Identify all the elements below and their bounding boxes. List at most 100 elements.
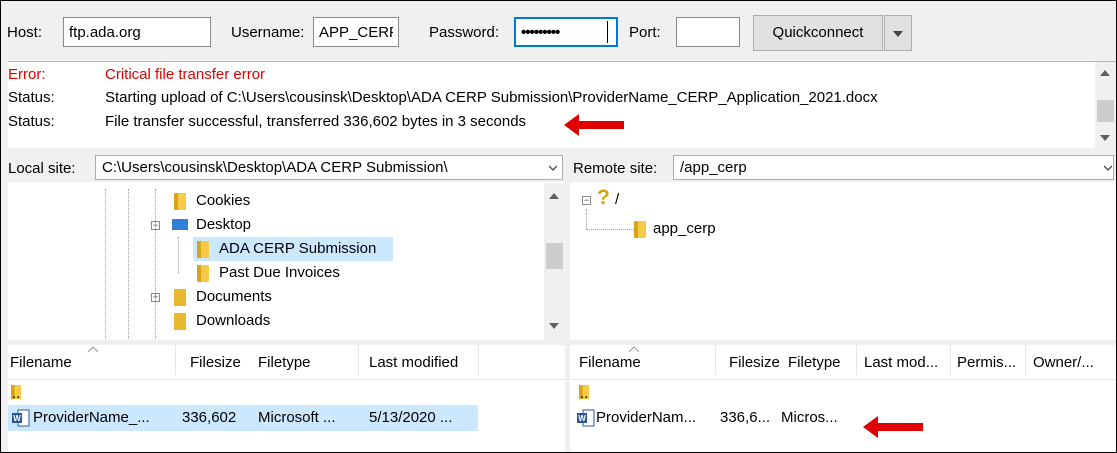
annotation-arrow-icon <box>863 416 923 438</box>
column-permissions[interactable]: Permis... <box>957 354 1016 371</box>
log-entry-kind: Status: <box>8 113 55 130</box>
file-modified: 5/13/2020 ... <box>369 409 453 426</box>
tree-item[interactable]: − ? / <box>570 186 1070 212</box>
scroll-up-icon[interactable] <box>1095 70 1116 86</box>
tree-item[interactable]: Downloads <box>8 309 541 331</box>
remote-site-bar: Remote site: /app_cerp <box>570 153 1116 182</box>
collapse-icon[interactable]: − <box>582 196 591 205</box>
word-document-icon: W <box>12 409 30 427</box>
folder-icon <box>197 265 209 282</box>
tree-guide-line <box>178 237 179 273</box>
host-label: Host: <box>7 24 43 41</box>
chevron-down-icon[interactable] <box>1104 164 1112 172</box>
log-entry-kind: Error: <box>8 66 46 83</box>
tree-guide-line <box>105 189 106 339</box>
folder-icon <box>197 241 209 258</box>
column-last-modified[interactable]: Last mod... <box>864 354 938 371</box>
port-label: Port: <box>629 24 661 41</box>
column-separator[interactable] <box>1025 345 1026 375</box>
file-name: ProviderName_... <box>33 409 150 426</box>
column-separator[interactable] <box>478 345 479 375</box>
parent-directory-row[interactable]: .. <box>8 379 478 405</box>
column-filename[interactable]: Filename <box>579 354 641 371</box>
tree-item-label: / <box>615 191 620 208</box>
column-filesize[interactable]: Filesize <box>190 354 241 371</box>
column-filename[interactable]: Filename <box>10 354 72 371</box>
quickconnect-dropdown-button[interactable] <box>884 15 912 51</box>
column-separator[interactable] <box>358 345 359 375</box>
tree-item-label: Past Due Invoices <box>219 264 340 281</box>
scroll-up-icon[interactable] <box>544 193 565 209</box>
local-site-bar: Local site: C:\Users\cousinsk\Desktop\AD… <box>8 153 565 182</box>
log-entry-text: Critical file transfer error <box>105 66 266 83</box>
file-name: ProviderNam... <box>596 409 697 426</box>
log-scrollbar[interactable] <box>1095 62 1116 149</box>
file-size: 336,6... <box>720 409 771 426</box>
local-list-header: Filename Filesize Filetype Last modified <box>8 345 565 380</box>
tree-item-label: ADA CERP Submission <box>219 240 377 257</box>
log-entry-kind: Status: <box>8 89 55 106</box>
password-label: Password: <box>429 24 500 41</box>
sort-ascending-icon <box>88 346 98 352</box>
column-owner[interactable]: Owner/... <box>1033 354 1094 371</box>
local-file-list: Filename Filesize Filetype Last modified… <box>8 345 565 452</box>
scroll-thumb[interactable] <box>1097 100 1114 122</box>
tree-item[interactable]: Past Due Invoices <box>8 261 541 285</box>
log-entry-text: Starting upload of C:\Users\cousinsk\Des… <box>105 89 878 106</box>
folder-icon <box>634 221 646 238</box>
local-site-label: Local site: <box>8 160 76 177</box>
unknown-status-icon: ? <box>597 186 610 209</box>
tree-guide-line <box>155 189 156 339</box>
column-separator[interactable] <box>715 345 716 375</box>
host-input[interactable] <box>63 17 211 47</box>
column-separator[interactable] <box>856 345 857 375</box>
column-separator[interactable] <box>175 345 176 375</box>
quickconnect-button[interactable]: Quickconnect <box>753 15 883 51</box>
column-filetype[interactable]: Filetype <box>258 354 311 371</box>
tree-item[interactable]: Cookies <box>8 189 541 213</box>
sort-ascending-icon <box>629 346 639 352</box>
column-filetype[interactable]: Filetype <box>788 354 841 371</box>
file-row[interactable]: W ProviderNam... 336,6... Micros... <box>570 405 870 431</box>
filezilla-window: Host: Username: Password: Port: Quickcon… <box>0 0 1117 453</box>
local-tree-scrollbar[interactable] <box>544 183 565 340</box>
tree-item[interactable]: + Documents <box>8 285 541 309</box>
port-input[interactable] <box>676 17 740 47</box>
tree-item[interactable]: app_cerp <box>570 217 1070 241</box>
local-site-path[interactable]: C:\Users\cousinsk\Desktop\ADA CERP Submi… <box>95 155 563 180</box>
tree-item-label: Cookies <box>196 192 251 209</box>
password-input[interactable] <box>514 17 618 47</box>
tree-item-label: Desktop <box>196 216 252 233</box>
svg-text:W: W <box>578 414 586 423</box>
parent-directory-label: .. <box>580 385 589 402</box>
parent-directory-row[interactable]: .. <box>570 379 870 405</box>
folder-icon <box>174 193 186 210</box>
svg-text:W: W <box>13 414 21 423</box>
file-type: Micros... <box>781 409 838 426</box>
file-type: Microsoft ... <box>258 409 336 426</box>
message-log: Error: Critical file transfer error Stat… <box>8 61 1116 149</box>
column-last-modified[interactable]: Last modified <box>369 354 458 371</box>
remote-site-path[interactable]: /app_cerp <box>673 155 1114 180</box>
local-tree-pane: Local site: C:\Users\cousinsk\Desktop\AD… <box>8 153 565 340</box>
desktop-folder-icon <box>172 219 188 230</box>
file-row-selected[interactable]: W ProviderName_... 336,602 Microsoft ...… <box>8 405 478 431</box>
column-separator[interactable] <box>950 345 951 375</box>
username-input[interactable] <box>313 17 399 47</box>
text-caret <box>607 21 608 43</box>
column-filesize[interactable]: Filesize <box>729 354 780 371</box>
tree-item-label: Downloads <box>196 312 271 329</box>
tree-item[interactable]: − Desktop <box>8 213 541 237</box>
remote-tree-pane: Remote site: /app_cerp − ? / app_cerp <box>570 153 1116 340</box>
tree-item-selected[interactable]: ADA CERP Submission <box>193 237 393 261</box>
tree-item-label: Documents <box>196 288 272 305</box>
scroll-thumb[interactable] <box>546 243 563 269</box>
remote-site-label: Remote site: <box>573 160 658 177</box>
tree-item-label: app_cerp <box>653 220 716 237</box>
scroll-down-icon[interactable] <box>544 323 565 339</box>
documents-folder-icon <box>174 289 186 306</box>
remote-file-list: Filename Filesize Filetype Last mod... P… <box>570 345 1116 452</box>
downloads-folder-icon <box>174 313 186 330</box>
chevron-down-icon[interactable] <box>549 164 557 172</box>
tree-guide-line <box>128 189 129 339</box>
